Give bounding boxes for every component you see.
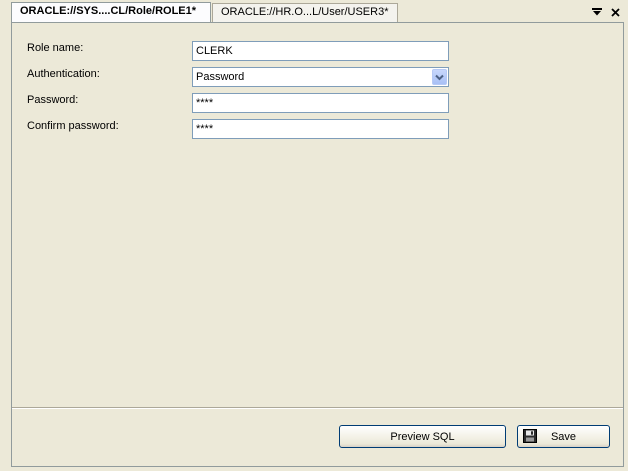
role-name-input[interactable]: CLERK <box>192 41 449 61</box>
preview-sql-label: Preview SQL <box>390 430 455 443</box>
confirm-password-label: Confirm password: <box>27 120 119 132</box>
confirm-password-input[interactable]: **** <box>192 119 449 139</box>
password-input[interactable]: **** <box>192 93 449 113</box>
chevron-down-icon <box>592 8 602 16</box>
role-name-row: Role name: CLERK <box>27 41 457 61</box>
tab-role-role1[interactable]: ORACLE://SYS....CL/Role/ROLE1* <box>11 2 211 22</box>
authentication-value: Password <box>196 71 245 83</box>
save-label: Save <box>550 430 577 443</box>
tab-label: ORACLE://SYS....CL/Role/ROLE1* <box>20 5 197 17</box>
editor-tab-strip: ORACLE://SYS....CL/Role/ROLE1* ORACLE://… <box>0 0 628 22</box>
authentication-label: Authentication: <box>27 68 100 80</box>
footer-divider <box>12 407 623 409</box>
tab-user-user3[interactable]: ORACLE://HR.O...L/User/USER3* <box>212 3 398 22</box>
authentication-row: Authentication: Password <box>27 67 457 87</box>
floppy-disk-icon <box>523 429 537 443</box>
role-name-label: Role name: <box>27 42 84 54</box>
authentication-dropdown-button[interactable] <box>432 69 447 85</box>
password-label: Password: <box>27 94 79 106</box>
chevron-down-icon <box>435 74 444 80</box>
preview-sql-button[interactable]: Preview SQL <box>339 425 506 448</box>
tab-close-button[interactable] <box>608 5 622 19</box>
confirm-password-row: Confirm password: **** <box>27 119 457 139</box>
close-icon <box>610 7 620 17</box>
tab-label: ORACLE://HR.O...L/User/USER3* <box>221 6 389 18</box>
save-button[interactable]: Save <box>517 425 610 448</box>
password-row: Password: **** <box>27 93 457 113</box>
authentication-select[interactable]: Password <box>192 67 449 87</box>
tab-controls <box>590 4 622 20</box>
role-editor-panel: Role name: CLERK Authentication: Passwor… <box>11 22 624 467</box>
tab-menu-button[interactable] <box>590 5 604 19</box>
